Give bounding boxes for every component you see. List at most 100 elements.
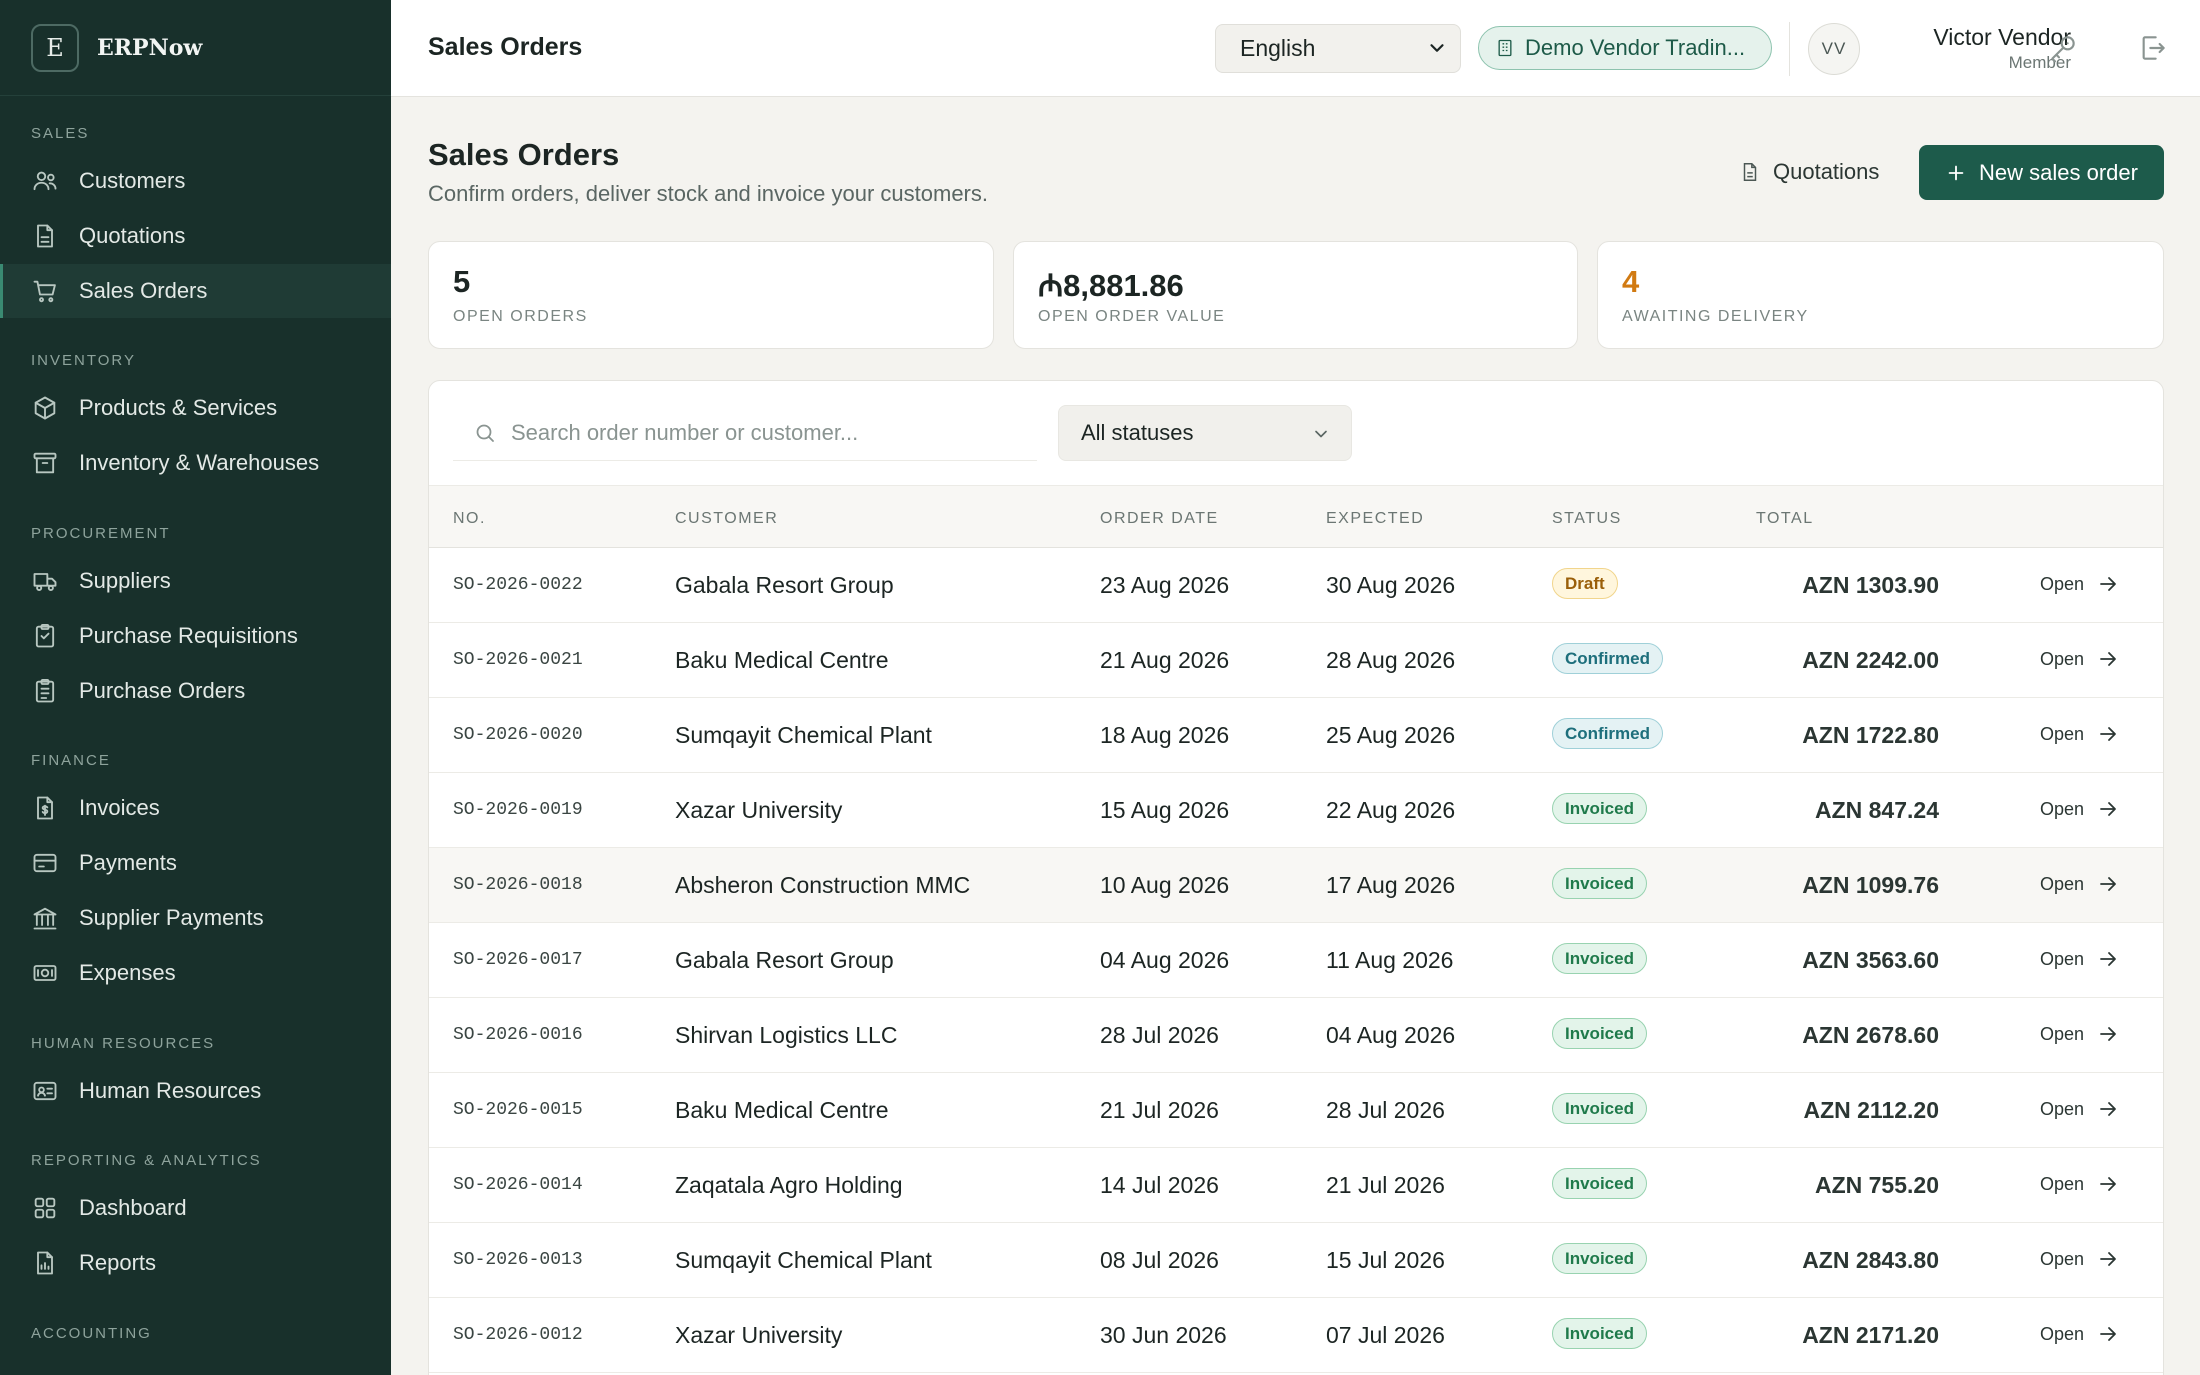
- open-order-link[interactable]: Open: [2040, 572, 2120, 596]
- sidebar-item-label: Expenses: [79, 960, 176, 985]
- sidebar-item-human-resources[interactable]: Human Resources: [0, 1064, 391, 1118]
- table-row[interactable]: SO-2026-0013 Sumqayit Chemical Plant 08 Ju…: [429, 1223, 2163, 1298]
- open-order-link[interactable]: Open: [2040, 947, 2120, 971]
- sidebar-item-expenses[interactable]: Expenses: [0, 946, 391, 1000]
- table-row[interactable]: SO-2026-0019 Xazar University 15 Aug 2026 2…: [429, 773, 2163, 848]
- stat-card-awaiting-delivery: 4 AWAITING DELIVERY: [1597, 241, 2164, 349]
- open-order-link[interactable]: Open: [2040, 1097, 2120, 1121]
- clipboard-icon: [35, 623, 55, 648]
- new-sales-order-button[interactable]: New sales order: [1919, 145, 2164, 200]
- document-icon: [1743, 163, 1757, 181]
- sidebar-item-purchase-orders[interactable]: Purchase Orders: [0, 664, 391, 718]
- open-order-link[interactable]: Open: [2040, 872, 2120, 896]
- sidebar-item-sales-orders[interactable]: Sales Orders: [0, 264, 391, 318]
- customer-name: Gabala Resort Group: [675, 947, 894, 973]
- column-header-total[interactable]: TOTAL: [1756, 510, 1814, 528]
- open-order-link[interactable]: Open: [2040, 647, 2120, 671]
- open-label: Open: [2040, 1173, 2085, 1194]
- order-number: SO-2026-0017: [453, 950, 583, 970]
- open-order-link[interactable]: Open: [2040, 1247, 2120, 1271]
- open-label: Open: [2040, 648, 2085, 669]
- sidebar-item-products-and-services[interactable]: Products & Services: [0, 381, 391, 435]
- arrow-right-icon: [2100, 1327, 2116, 1341]
- expected-date: 25 Aug 2026: [1326, 722, 1456, 748]
- order-total: AZN 3563.60: [1802, 947, 1939, 973]
- sidebar-item-quotations[interactable]: Quotations: [0, 209, 391, 263]
- order-total: AZN 2112.20: [1803, 1097, 1939, 1123]
- orders-table-card: All statuses NO. CUSTOMER ORDER DATE EXP…: [428, 380, 2164, 1375]
- sidebar-item-invoices[interactable]: Invoices: [0, 781, 391, 835]
- sidebar-section-reporting-and-analytics: REPORTING & ANALYTICS: [31, 1152, 262, 1169]
- table-row[interactable]: SO-2026-0016 Shirvan Logistics LLC 28 Jul …: [429, 998, 2163, 1073]
- order-date: 10 Aug 2026: [1100, 872, 1230, 898]
- stat-value: 5: [453, 264, 471, 299]
- sidebar-item-reports[interactable]: Reports: [0, 1236, 391, 1290]
- column-header-expected[interactable]: EXPECTED: [1326, 510, 1424, 528]
- customer-name: Zaqatala Agro Holding: [675, 1172, 903, 1198]
- open-order-link[interactable]: Open: [2040, 1022, 2120, 1046]
- sidebar-item-label: Reports: [79, 1250, 157, 1275]
- quotations-button[interactable]: Quotations: [1723, 145, 1895, 199]
- sidebar-item-suppliers[interactable]: Suppliers: [0, 554, 391, 608]
- table-row[interactable]: SO-2026-0014 Zaqatala Agro Holding 14 Jul …: [429, 1148, 2163, 1223]
- brand[interactable]: E ERPNow: [0, 0, 391, 96]
- table-row[interactable]: SO-2026-0022 Gabala Resort Group 23 Aug 20…: [429, 548, 2163, 623]
- open-label: Open: [2040, 1323, 2085, 1344]
- sidebar-item-customers[interactable]: Customers: [0, 154, 391, 208]
- open-order-link[interactable]: Open: [2040, 1322, 2120, 1346]
- sidebar-section-procurement: PROCUREMENT: [31, 525, 171, 542]
- credit-card-icon: [33, 853, 57, 873]
- arrow-right-icon: [2100, 802, 2116, 816]
- column-header-no[interactable]: NO.: [453, 510, 486, 528]
- status-badge: Invoiced: [1552, 1018, 1647, 1049]
- open-order-link[interactable]: Open: [2040, 797, 2120, 821]
- expected-date: 07 Jul 2026: [1326, 1322, 1445, 1348]
- company-name: Demo Vendor Tradin...: [1525, 35, 1746, 60]
- sidebar-item-payments[interactable]: Payments: [0, 836, 391, 890]
- brand-name: ERPNow: [97, 34, 203, 61]
- table-row[interactable]: SO-2026-0020 Sumqayit Chemical Plant 18 Au…: [429, 698, 2163, 773]
- sidebar-item-label: Suppliers: [79, 568, 171, 593]
- building-icon: [1498, 39, 1512, 57]
- table-row[interactable]: SO-2026-0015 Baku Medical Centre 21 Jul 20…: [429, 1073, 2163, 1148]
- language-select[interactable]: English: [1215, 24, 1461, 73]
- truck-icon: [33, 573, 57, 592]
- order-number: SO-2026-0018: [453, 875, 583, 895]
- chevron-down-icon: [1430, 44, 1444, 52]
- stat-value: 4: [1622, 264, 1640, 299]
- customer-name: Shirvan Logistics LLC: [675, 1022, 898, 1048]
- table-row[interactable]: SO-2026-0018 Absheron Construction MMC 10 …: [429, 848, 2163, 923]
- order-total: AZN 1303.90: [1802, 572, 1939, 598]
- stat-label: AWAITING DELIVERY: [1622, 308, 1809, 325]
- search-box[interactable]: [453, 405, 1037, 461]
- column-header-customer[interactable]: CUSTOMER: [675, 510, 778, 528]
- open-order-link[interactable]: Open: [2040, 722, 2120, 746]
- expected-date: 04 Aug 2026: [1326, 1022, 1456, 1048]
- table-row[interactable]: SO-2026-0012 Xazar University 30 Jun 2026 0…: [429, 1298, 2163, 1373]
- open-order-link[interactable]: Open: [2040, 1172, 2120, 1196]
- customer-name: Gabala Resort Group: [675, 572, 894, 598]
- status-filter[interactable]: All statuses: [1058, 405, 1352, 461]
- sidebar-item-purchase-requisitions[interactable]: Purchase Requisitions: [0, 609, 391, 663]
- sidebar-item-label: Dashboard: [79, 1195, 187, 1220]
- status-badge: Invoiced: [1552, 1093, 1647, 1124]
- chevron-down-icon: [1315, 430, 1327, 438]
- order-total: AZN 1722.80: [1802, 722, 1939, 748]
- sidebar: E ERPNow SALES Customers Quotations Sales O…: [0, 0, 391, 1375]
- sidebar-section-sales: SALES: [31, 125, 90, 142]
- column-header-status[interactable]: STATUS: [1552, 510, 1622, 528]
- key-icon[interactable]: [2047, 32, 2079, 64]
- sidebar-item-dashboard[interactable]: Dashboard: [0, 1181, 391, 1235]
- avatar[interactable]: VV: [1808, 23, 1860, 75]
- company-switcher[interactable]: Demo Vendor Tradin...: [1478, 26, 1772, 70]
- search-input[interactable]: [511, 419, 1011, 446]
- sidebar-item-inventory-and-warehouses[interactable]: Inventory & Warehouses: [0, 436, 391, 490]
- table-row[interactable]: SO-2026-0021 Baku Medical Centre 21 Aug 20…: [429, 623, 2163, 698]
- arrow-right-icon: [2100, 1177, 2116, 1191]
- topbar: Sales Orders English Demo Vendor Tradin.…: [391, 0, 2200, 97]
- table-row[interactable]: SO-2026-0017 Gabala Resort Group 04 Aug 20…: [429, 923, 2163, 998]
- column-header-order-date[interactable]: ORDER DATE: [1100, 510, 1219, 528]
- stat-label: OPEN ORDER VALUE: [1038, 308, 1226, 325]
- logout-icon[interactable]: [2137, 32, 2169, 64]
- sidebar-item-supplier-payments[interactable]: Supplier Payments: [0, 891, 391, 945]
